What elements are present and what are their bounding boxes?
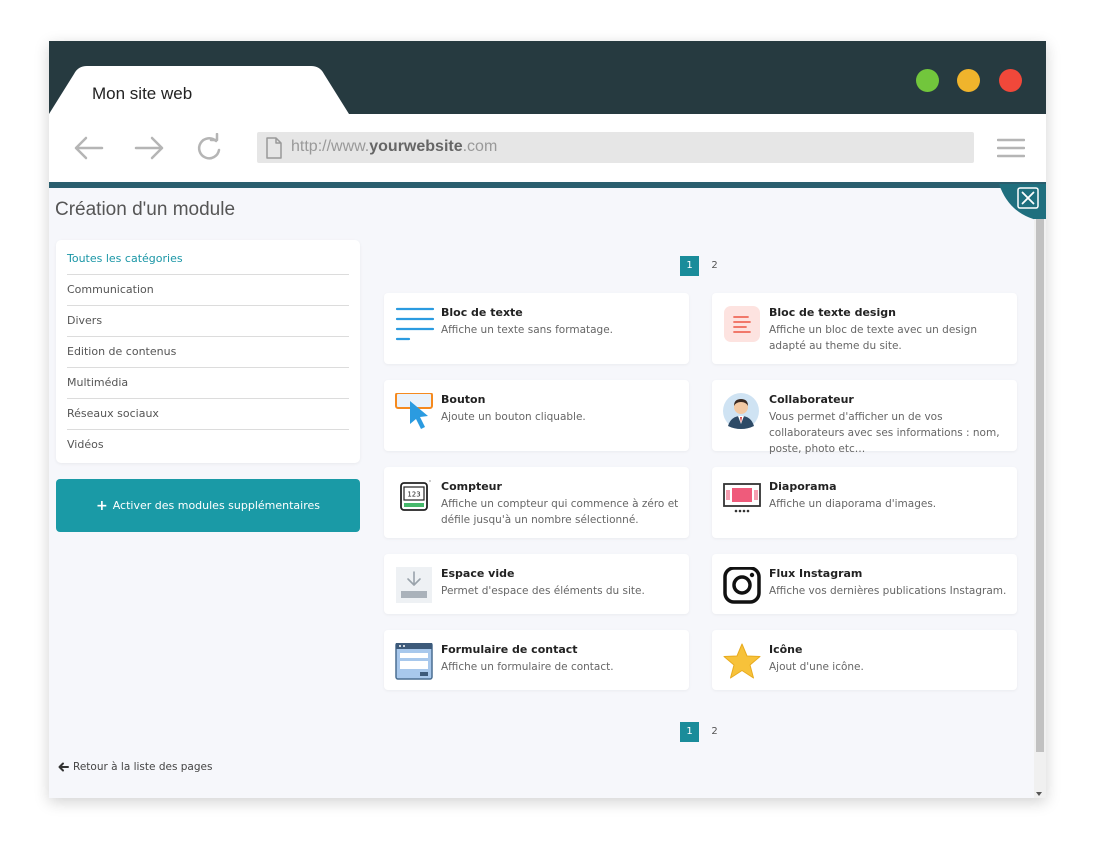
back-link-label: Retour à la liste des pages [73, 761, 213, 773]
content-area: Création d'un module Toutes les catégori… [49, 188, 1034, 798]
module-card-diaporama[interactable]: Diaporama Affiche un diaporama d'images. [712, 467, 1017, 538]
text-lines-icon [395, 307, 435, 341]
address-toolbar: http://www.yourwebsite.com [49, 114, 1046, 182]
page-1-button[interactable]: 1 [680, 256, 699, 276]
back-arrow-icon[interactable] [73, 133, 105, 163]
module-title: Diaporama [769, 480, 837, 493]
reload-icon[interactable] [193, 133, 225, 163]
category-item[interactable]: Multimédia [67, 368, 349, 399]
pagination-top: 1 2 [680, 256, 724, 276]
url-field[interactable]: http://www.yourwebsite.com [257, 132, 974, 163]
minimize-dot[interactable] [957, 69, 980, 92]
module-card-bloc-de-texte-design[interactable]: Bloc de texte design Affiche un bloc de … [712, 293, 1017, 364]
scrollbar-thumb[interactable] [1036, 219, 1044, 752]
star-icon [723, 643, 761, 679]
module-description: Ajout d'une icône. [769, 661, 864, 673]
module-card-formulaire-de-contact[interactable]: Formulaire de contact Affiche un formula… [384, 630, 689, 690]
page-title: Création d'un module [55, 199, 236, 220]
instagram-icon [723, 567, 761, 604]
page-1-button[interactable]: 1 [680, 722, 699, 742]
counter-icon: 123 [400, 480, 431, 511]
activate-modules-button[interactable]: + Activer des modules supplémentaires [56, 479, 360, 532]
module-card-espace-vide[interactable]: Espace vide Permet d'espace des éléments… [384, 554, 689, 614]
forward-arrow-icon[interactable] [133, 133, 165, 163]
module-description: Affiche un formulaire de contact. [441, 661, 614, 673]
page-2-button[interactable]: 2 [705, 722, 724, 742]
module-title: Icône [769, 643, 803, 656]
empty-space-icon [396, 567, 432, 603]
url-domain: yourwebsite [369, 138, 463, 155]
category-list: Toutes les catégories Communication Dive… [56, 240, 360, 463]
page-2-button[interactable]: 2 [705, 256, 724, 276]
category-item[interactable]: Vidéos [67, 430, 349, 461]
title-bar: Mon site web [49, 41, 1046, 114]
arrow-left-icon [58, 762, 69, 772]
activate-modules-label: Activer des modules supplémentaires [112, 499, 321, 512]
url-prefix: http://www. [291, 138, 370, 155]
url-suffix: .com [462, 138, 498, 155]
module-title: Formulaire de contact [441, 643, 578, 656]
close-window-dot[interactable] [999, 69, 1022, 92]
tab-title: Mon site web [92, 84, 193, 103]
person-avatar-icon [723, 393, 759, 429]
module-description: Affiche vos dernières publications Insta… [769, 585, 1007, 597]
module-description: Affiche un compteur qui commence à zéro … [441, 498, 679, 526]
category-item[interactable]: Edition de contenus [67, 337, 349, 368]
category-item[interactable]: Communication [67, 275, 349, 306]
scroll-down-arrow[interactable] [1036, 792, 1042, 796]
module-title: Bloc de texte design [769, 306, 896, 319]
module-title: Collaborateur [769, 393, 854, 406]
module-title: Bloc de texte [441, 306, 523, 319]
module-card-compteur[interactable]: 123 Compteur Affiche un compteur qui com… [384, 467, 689, 538]
module-description: Ajoute un bouton cliquable. [441, 411, 586, 423]
plus-icon: + [95, 497, 108, 514]
category-item[interactable]: Toutes les catégories [67, 244, 349, 275]
back-to-pages-link[interactable]: Retour à la liste des pages [58, 761, 212, 773]
module-description: Affiche un texte sans formatage. [441, 324, 614, 336]
module-title: Espace vide [441, 567, 515, 580]
module-description: Affiche un diaporama d'images. [769, 498, 937, 510]
module-card-bloc-de-texte[interactable]: Bloc de texte Affiche un texte sans form… [384, 293, 689, 364]
hamburger-menu-icon[interactable] [997, 137, 1025, 159]
module-description: Vous permet d'afficher un de vos collabo… [769, 411, 1000, 455]
module-card-bouton[interactable]: Bouton Ajoute un bouton cliquable. [384, 380, 689, 451]
page-icon [266, 137, 282, 159]
url-text: http://www.yourwebsite.com [291, 138, 497, 156]
slideshow-icon [723, 483, 761, 513]
module-card-flux-instagram[interactable]: Flux Instagram Affiche vos dernières pub… [712, 554, 1017, 614]
category-item[interactable]: Divers [67, 306, 349, 337]
module-title: Bouton [441, 393, 486, 406]
contact-form-icon [395, 643, 433, 680]
module-title: Compteur [441, 480, 502, 493]
browser-window: Mon site web http://www.yourwebsite.com [49, 41, 1046, 798]
category-item[interactable]: Réseaux sociaux [67, 399, 349, 430]
module-card-icone[interactable]: Icône Ajout d'une icône. [712, 630, 1017, 690]
module-description: Permet d'espace des éléments du site. [441, 585, 645, 597]
module-title: Flux Instagram [769, 567, 863, 580]
button-cursor-icon [395, 393, 433, 429]
pagination-bottom: 1 2 [680, 722, 724, 742]
module-card-collaborateur[interactable]: Collaborateur Vous permet d'afficher un … [712, 380, 1017, 455]
maximize-dot[interactable] [916, 69, 939, 92]
browser-tab[interactable]: Mon site web [49, 66, 349, 114]
scrollbar[interactable] [1034, 219, 1046, 798]
module-description: Affiche un bloc de texte avec un design … [769, 324, 978, 352]
svg-text:123: 123 [407, 491, 420, 499]
text-design-icon [724, 306, 760, 342]
